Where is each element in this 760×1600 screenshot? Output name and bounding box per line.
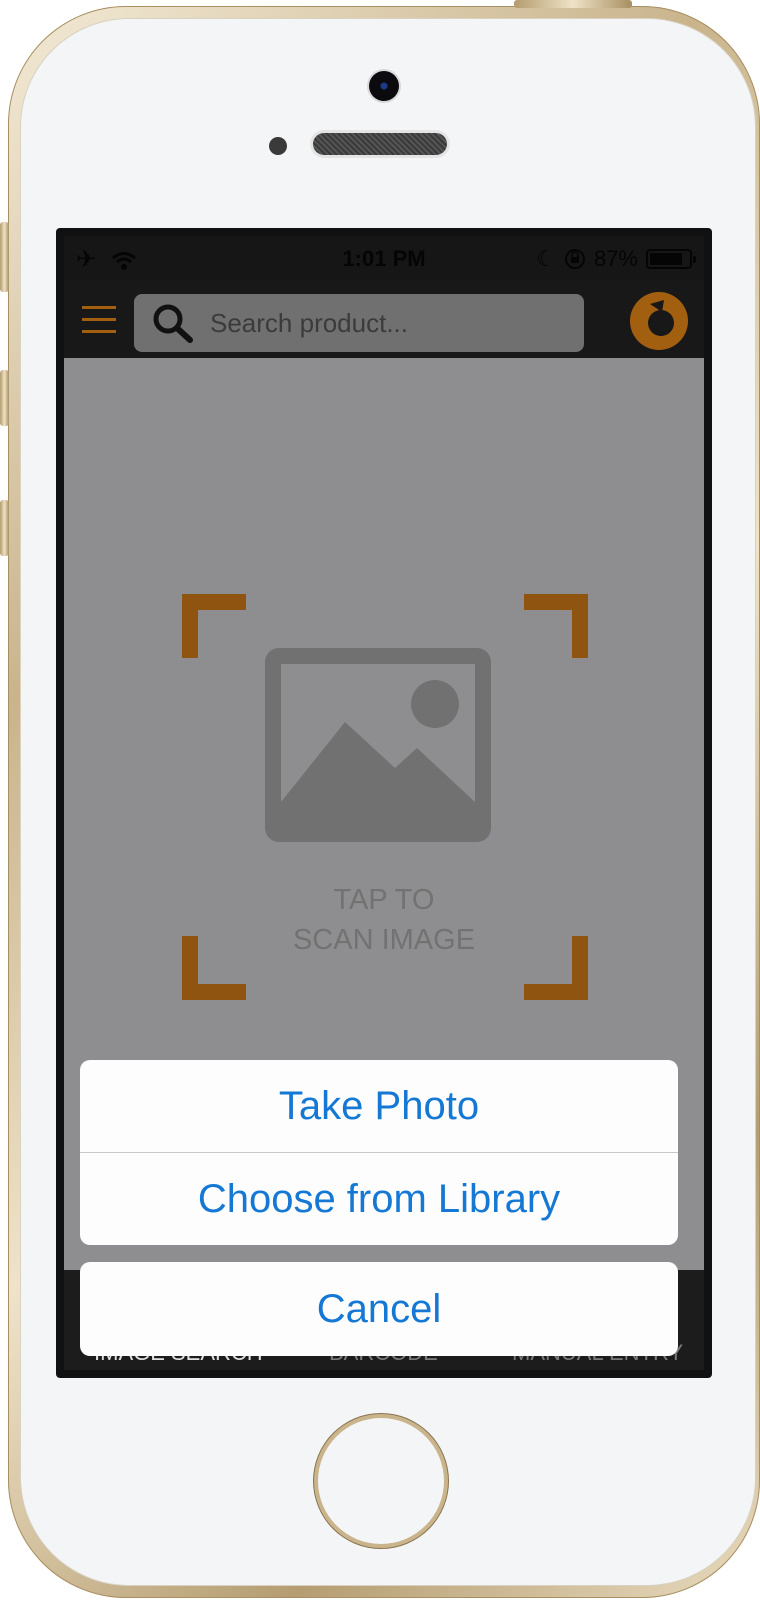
power-button xyxy=(514,0,632,8)
home-button[interactable] xyxy=(318,1418,444,1544)
action-sheet-cancel: Cancel xyxy=(80,1262,678,1356)
status-bar: ✈ 1:01 PM ☾ 87% xyxy=(64,236,704,280)
tap-line-2: SCAN IMAGE xyxy=(292,924,476,956)
hamburger-menu-icon[interactable] xyxy=(82,306,116,334)
battery-icon xyxy=(646,249,696,269)
earpiece-speaker xyxy=(313,133,447,155)
brand-logo-icon[interactable] xyxy=(628,290,690,352)
status-right-icons: ☾ 87% xyxy=(536,246,696,272)
search-icon xyxy=(153,304,193,343)
frame-corner-top-right xyxy=(524,594,588,658)
front-camera xyxy=(369,71,399,101)
volume-up-button xyxy=(0,370,9,426)
volume-down-button xyxy=(0,500,9,556)
action-sheet-options: Take Photo Choose from Library xyxy=(80,1060,678,1245)
battery-percent: 87% xyxy=(593,246,638,271)
search-bar[interactable] xyxy=(134,294,584,352)
image-placeholder-icon xyxy=(265,648,491,842)
frame-corner-top-left xyxy=(182,594,246,658)
take-photo-button[interactable]: Take Photo xyxy=(80,1060,678,1152)
proximity-sensor xyxy=(269,137,287,155)
battery-level xyxy=(650,253,683,265)
rotation-lock-icon xyxy=(564,249,585,269)
choose-from-library-button[interactable]: Choose from Library xyxy=(80,1153,678,1245)
mute-switch xyxy=(0,222,9,292)
moon-icon: ☾ xyxy=(536,246,556,271)
tap-to-scan-label: TAP TO SCAN IMAGE xyxy=(64,880,704,960)
cancel-button[interactable]: Cancel xyxy=(80,1262,678,1356)
app-header xyxy=(64,280,704,358)
tap-line-1: TAP TO xyxy=(333,884,435,916)
search-input[interactable] xyxy=(208,306,572,340)
